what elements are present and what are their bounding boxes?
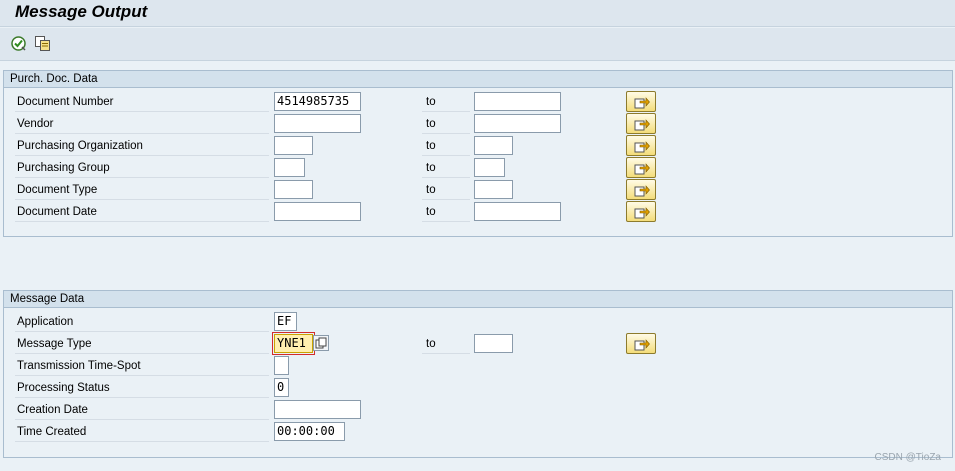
time-created-input[interactable]: 00:00:00 [274, 422, 345, 441]
application-input[interactable]: EF [274, 312, 297, 331]
arrow-right-icon [634, 339, 650, 351]
watermark: CSDN @TioZa [874, 452, 941, 463]
vendor-input[interactable] [274, 114, 361, 133]
arrow-right-icon [634, 141, 650, 153]
execute-icon[interactable] [10, 35, 27, 52]
value-help-icon[interactable] [313, 335, 329, 351]
multiple-selection-button[interactable] [626, 135, 656, 156]
multiple-selection-button[interactable] [626, 201, 656, 222]
to-label: to [422, 180, 470, 200]
vendor-label: Vendor [15, 114, 269, 134]
document-date-input[interactable] [274, 202, 361, 221]
document-number-to-input[interactable] [474, 92, 561, 111]
arrow-right-icon [634, 97, 650, 109]
copy-icon[interactable] [34, 35, 51, 52]
creation-date-input[interactable] [274, 400, 361, 419]
group-title: Message Data [4, 291, 952, 308]
message-type-label: Message Type [15, 334, 269, 354]
to-label: to [422, 136, 470, 156]
multiple-selection-button[interactable] [626, 91, 656, 112]
document-number-input[interactable]: 4514985735 [274, 92, 361, 111]
arrow-right-icon [634, 119, 650, 131]
multiple-selection-button[interactable] [626, 113, 656, 134]
purchasing-organization-input[interactable] [274, 136, 313, 155]
document-type-to-input[interactable] [474, 180, 513, 199]
message-type-input[interactable]: YNE1 [272, 332, 315, 355]
to-label: to [422, 202, 470, 222]
document-type-input[interactable] [274, 180, 313, 199]
transmission-time-spot-input[interactable] [274, 356, 289, 375]
multiple-selection-button[interactable] [626, 157, 656, 178]
to-label: to [422, 158, 470, 178]
transmission-time-spot-label: Transmission Time-Spot [15, 356, 269, 376]
application-toolbar [0, 28, 955, 61]
purchasing-group-to-input[interactable] [474, 158, 505, 177]
processing-status-label: Processing Status [15, 378, 269, 398]
to-label: to [422, 114, 470, 134]
title-bar: Message Output [0, 0, 955, 27]
purchasing-organization-to-input[interactable] [474, 136, 513, 155]
document-number-label: Document Number [15, 92, 269, 112]
purchasing-group-label: Purchasing Group [15, 158, 269, 178]
arrow-right-icon [634, 185, 650, 197]
document-date-to-input[interactable] [474, 202, 561, 221]
time-created-label: Time Created [15, 422, 269, 442]
group-title: Purch. Doc. Data [4, 71, 952, 88]
purchasing-organization-label: Purchasing Organization [15, 136, 269, 156]
page-title: Message Output [15, 2, 148, 21]
arrow-right-icon [634, 163, 650, 175]
application-label: Application [15, 312, 269, 332]
purchasing-group-input[interactable] [274, 158, 305, 177]
to-label: to [422, 334, 470, 354]
document-date-label: Document Date [15, 202, 269, 222]
multiple-selection-button[interactable] [626, 333, 656, 354]
multiple-selection-button[interactable] [626, 179, 656, 200]
creation-date-label: Creation Date [15, 400, 269, 420]
processing-status-input[interactable]: 0 [274, 378, 289, 397]
vendor-to-input[interactable] [474, 114, 561, 133]
arrow-right-icon [634, 207, 650, 219]
to-label: to [422, 92, 470, 112]
document-type-label: Document Type [15, 180, 269, 200]
message-type-to-input[interactable] [474, 334, 513, 353]
